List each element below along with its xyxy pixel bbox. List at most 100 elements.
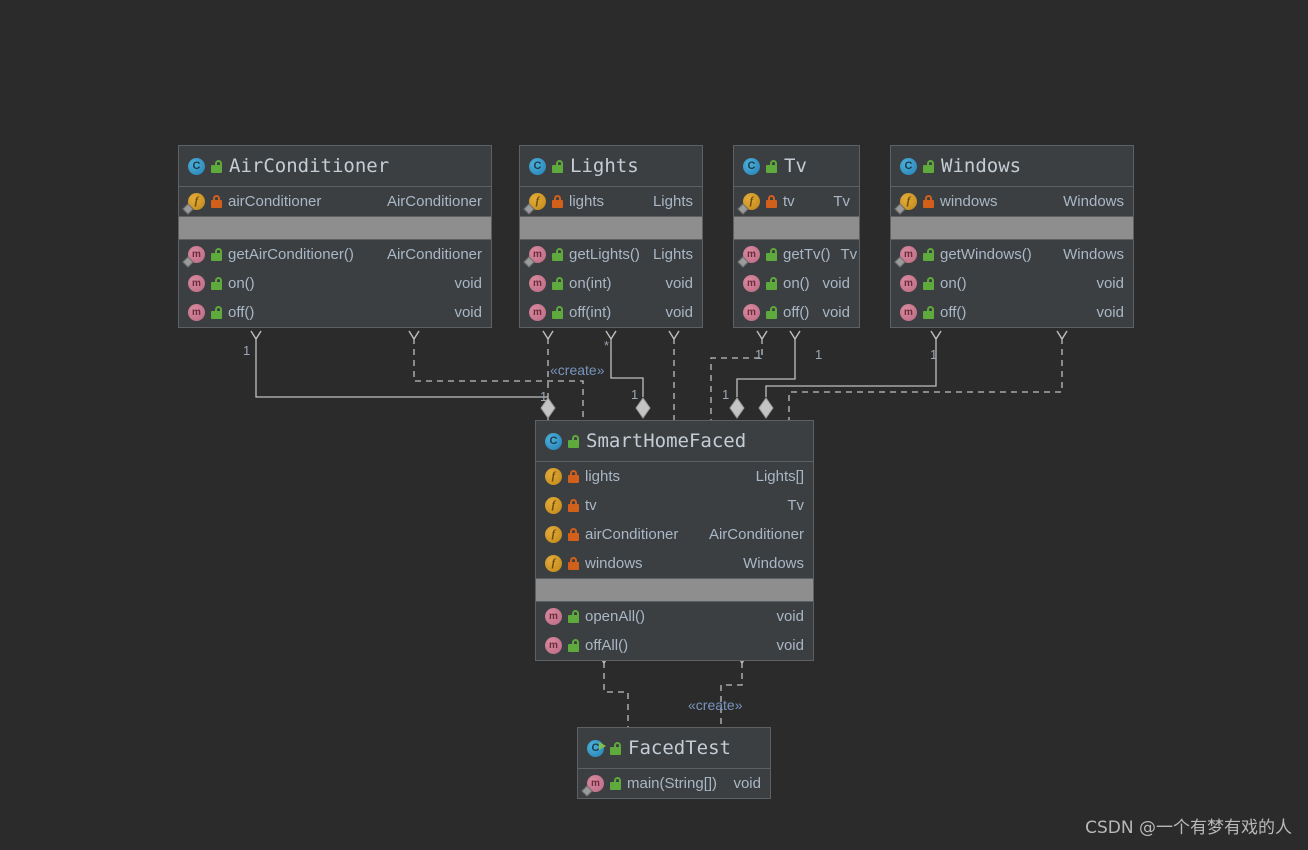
field-icon: f — [545, 526, 562, 543]
unlocked-padlock-icon — [923, 306, 934, 319]
method-icon: m — [743, 275, 760, 292]
padlock-body — [766, 282, 777, 290]
padlock-body — [923, 164, 934, 173]
method-row[interactable]: m getTv() Tv — [734, 240, 859, 269]
multiplicity-label: 1 — [815, 347, 823, 362]
padlock-body — [552, 311, 563, 319]
field-name: airConditioner — [228, 193, 322, 210]
class-icon: C — [743, 157, 760, 175]
class-header-tv[interactable]: C Tv — [734, 146, 859, 187]
method-icon: m — [545, 608, 562, 625]
class-header-smart-home-faced[interactable]: C SmartHomeFaced — [536, 421, 813, 462]
field-name: airConditioner — [585, 526, 679, 543]
field-row[interactable]: f lights Lights — [520, 187, 702, 216]
field-icon: f — [529, 193, 546, 210]
unlocked-padlock-icon — [923, 277, 934, 290]
edge-smarthome-airconditioner — [250, 330, 548, 398]
uml-diagram-canvas: 1 * 1 1 1 1 1 1 «create» «create» C AirConditioner… — [0, 0, 1308, 850]
padlock-body — [211, 311, 222, 319]
method-row[interactable]: m getLights() Lights — [520, 240, 702, 269]
field-row[interactable]: f airConditioner AirConditioner — [536, 520, 813, 549]
method-row[interactable]: m on() void — [179, 269, 491, 298]
padlock-body — [568, 562, 579, 570]
method-return-type: void — [776, 608, 804, 625]
padlock-body — [211, 282, 222, 290]
locked-padlock-icon — [552, 195, 563, 208]
stereotype-label: «create» — [688, 697, 743, 713]
method-row[interactable]: m main(String[]) void — [578, 769, 770, 798]
field-type: Tv — [787, 497, 804, 514]
method-row[interactable]: m off(int) void — [520, 298, 702, 327]
padlock-body — [568, 533, 579, 541]
field-row[interactable]: f lights Lights[] — [536, 462, 813, 491]
padlock-body — [552, 282, 563, 290]
method-row[interactable]: m on() void — [734, 269, 859, 298]
method-row[interactable]: m getAirConditioner() AirConditioner — [179, 240, 491, 269]
field-row[interactable]: f airConditioner AirConditioner — [179, 187, 491, 216]
section-separator — [179, 216, 491, 240]
method-return-type: void — [776, 637, 804, 654]
field-row[interactable]: f tv Tv — [734, 187, 859, 216]
class-box-air-conditioner[interactable]: C AirConditioner f airConditioner AirConditi… — [178, 145, 492, 328]
class-box-smart-home-faced[interactable]: C SmartHomeFaced f lights Lights[] f tv Tv f airC… — [535, 420, 814, 661]
field-name: lights — [585, 468, 621, 485]
padlock-body — [610, 782, 621, 790]
class-header-windows[interactable]: C Windows — [891, 146, 1133, 187]
method-icon: m — [743, 304, 760, 321]
locked-padlock-icon — [568, 470, 579, 483]
method-row[interactable]: m off() void — [891, 298, 1133, 327]
edge-dep-facedtest-smarthome-1 — [598, 654, 629, 727]
class-name: Lights — [570, 155, 639, 177]
field-name: tv — [585, 497, 597, 514]
padlock-body — [568, 504, 579, 512]
method-name: off() — [940, 304, 967, 321]
edge-dep-facedtest-smarthome-2 — [720, 654, 748, 727]
class-header-air-conditioner[interactable]: C AirConditioner — [179, 146, 491, 187]
class-name: Windows — [941, 155, 1022, 177]
field-name: windows — [585, 555, 643, 572]
class-box-tv[interactable]: C Tv f tv Tv m getTv() Tv m on() void m off() void — [733, 145, 860, 328]
method-icon: m — [743, 246, 760, 263]
method-return-type: void — [822, 304, 850, 321]
method-name: main(String[]) — [627, 775, 718, 792]
fields-section: f lights Lights[] f tv Tv f airConditioner AirCo… — [536, 462, 813, 578]
unlocked-padlock-icon — [923, 248, 934, 261]
field-row[interactable]: f windows Windows — [891, 187, 1133, 216]
unlocked-padlock-icon — [610, 777, 621, 790]
method-row[interactable]: m off() void — [179, 298, 491, 327]
methods-section: m getWindows() Windows m on() void m off() void — [891, 240, 1133, 327]
method-return-type: Lights — [652, 246, 693, 263]
method-row[interactable]: m getWindows() Windows — [891, 240, 1133, 269]
method-icon: m — [900, 275, 917, 292]
class-icon: C — [545, 432, 562, 450]
field-type: Lights — [652, 193, 693, 210]
method-row[interactable]: m off() void — [734, 298, 859, 327]
padlock-body — [211, 200, 222, 208]
class-box-windows[interactable]: C Windows f windows Windows m getWindows() Wind… — [890, 145, 1134, 328]
method-row[interactable]: m on() void — [891, 269, 1133, 298]
unlocked-padlock-icon — [211, 277, 222, 290]
padlock-body — [766, 311, 777, 319]
field-icon: f — [188, 193, 205, 210]
field-name: tv — [783, 193, 795, 210]
class-header-lights[interactable]: C Lights — [520, 146, 702, 187]
unlocked-padlock-icon — [766, 159, 777, 173]
unlocked-padlock-icon — [211, 248, 222, 261]
unlocked-padlock-icon — [211, 159, 222, 173]
class-box-lights[interactable]: C Lights f lights Lights m getLights() Lights m o… — [519, 145, 703, 328]
padlock-body — [610, 746, 621, 755]
method-row[interactable]: m offAll() void — [536, 631, 813, 660]
method-name: openAll() — [585, 608, 646, 625]
field-row[interactable]: f tv Tv — [536, 491, 813, 520]
aggregation-diamond-tv — [729, 397, 745, 419]
method-row[interactable]: m on(int) void — [520, 269, 702, 298]
padlock-body — [923, 311, 934, 319]
class-box-faced-test[interactable]: C FacedTest m main(String[]) void — [577, 727, 771, 799]
class-header-faced-test[interactable]: C FacedTest — [578, 728, 770, 769]
method-row[interactable]: m openAll() void — [536, 602, 813, 631]
multiplicity-label: 1 — [722, 387, 730, 402]
method-return-type: void — [1096, 275, 1124, 292]
method-icon: m — [900, 246, 917, 263]
padlock-body — [552, 253, 563, 261]
field-row[interactable]: f windows Windows — [536, 549, 813, 578]
